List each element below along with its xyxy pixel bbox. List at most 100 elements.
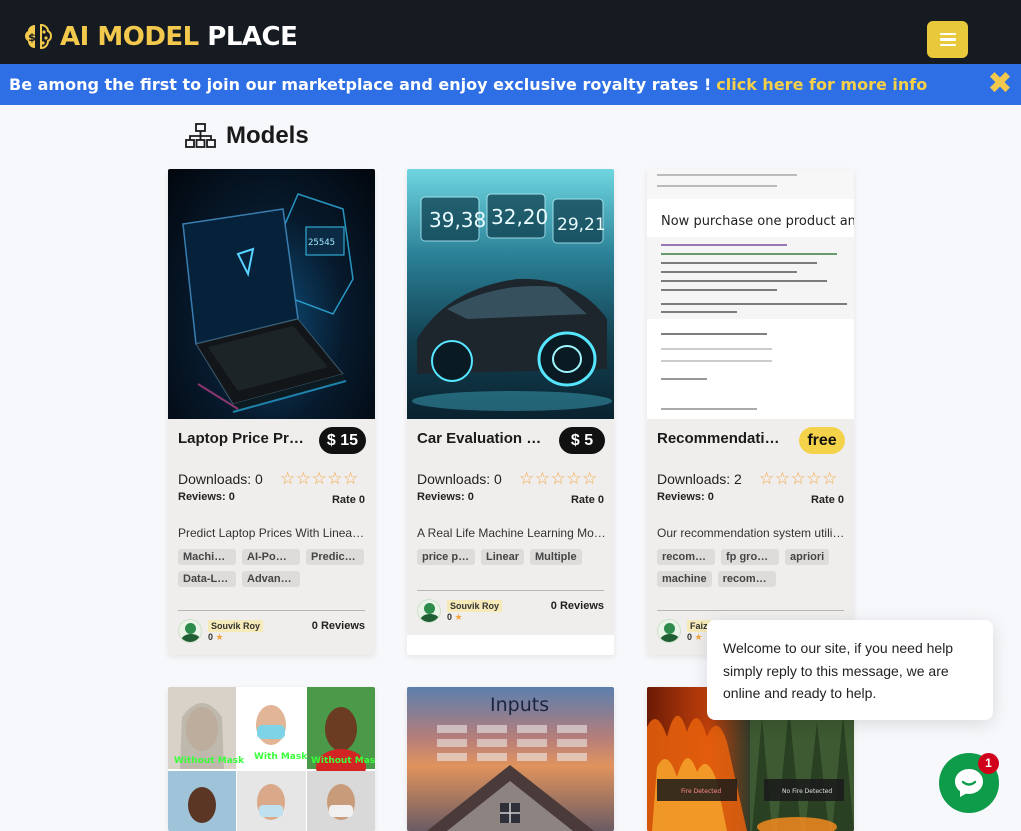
fire-label: Fire Detected: [681, 788, 721, 795]
tag-list: price prediction Linear Multiple: [417, 549, 607, 565]
banner-more-info-link[interactable]: click here for more info: [716, 75, 927, 94]
site-logo[interactable]: $ AI MODEL PLACE: [22, 20, 298, 54]
model-description: A Real Life Machine Learning Model: [417, 526, 607, 540]
model-card[interactable]: 25545 Laptop Price Predictor $ 15 Downlo…: [168, 169, 375, 655]
model-thumbnail: Inputs: [407, 687, 614, 831]
model-thumbnail: 39,38 32,20 29,21: [407, 169, 614, 419]
tag[interactable]: Multiple: [530, 549, 582, 565]
hamburger-icon-bar: [939, 43, 956, 47]
svg-text:$: $: [28, 31, 36, 44]
laptop-image: 25545: [182, 193, 354, 413]
model-card[interactable]: Now purchase one product and then p Reco…: [647, 169, 854, 655]
model-card[interactable]: Without Mask With Mask Without Mask: [168, 687, 375, 831]
rate-value: Rate 0: [810, 494, 844, 506]
house-image-title: Inputs: [490, 694, 549, 716]
tag[interactable]: Machine Learning: [178, 549, 236, 565]
card-reviews-link[interactable]: 0 Reviews: [312, 620, 365, 632]
downloads-count: Downloads: 0: [417, 471, 502, 487]
card-reviews-link[interactable]: 0 Reviews: [551, 600, 604, 612]
menu-toggle-button[interactable]: [927, 21, 968, 58]
model-title[interactable]: Recommendation System: [657, 430, 785, 447]
divider: [417, 590, 604, 591]
author-name[interactable]: Souvik Roy: [447, 599, 503, 612]
star-rating-icon[interactable]: ☆☆☆☆☆: [280, 469, 359, 489]
divider: [178, 610, 365, 611]
close-icon[interactable]: ✖: [986, 69, 1014, 99]
brain-chip-icon: $: [25, 23, 53, 50]
author-rating-value: 0: [208, 631, 214, 642]
tag[interactable]: AI-Powered: [242, 549, 300, 565]
tag[interactable]: machine: [657, 571, 712, 587]
author-info[interactable]: Souvik Roy 0 ★: [417, 599, 503, 623]
model-title[interactable]: Car Evaluation Model: [417, 430, 545, 447]
avatar: [417, 599, 441, 623]
mask-label: Without Mask: [174, 756, 245, 766]
reviews-count: Reviews: 0: [178, 491, 235, 503]
notification-badge: 1: [978, 753, 999, 774]
card-footer-spacer: [407, 635, 614, 655]
star-icon: ★: [694, 631, 703, 642]
tag[interactable]: Linear: [481, 549, 525, 565]
model-card[interactable]: Inputs: [407, 687, 614, 831]
star-icon: ★: [454, 611, 463, 622]
price-badge: $ 15: [318, 427, 366, 454]
code-screenshot-image: Now purchase one product and then p: [647, 169, 854, 410]
logo-place-text: PLACE: [207, 22, 298, 52]
author-rating: 0 ★: [208, 632, 263, 643]
house-price-image: Inputs: [427, 694, 594, 831]
author-name[interactable]: Souvik Roy: [208, 619, 264, 632]
tag[interactable]: fp growth: [721, 549, 779, 565]
tag-list: Machine Learning AI-Powered Prediction D…: [178, 549, 368, 587]
model-thumbnail: Now purchase one product and then p: [647, 169, 854, 419]
downloads-count: Downloads: 0: [178, 471, 263, 487]
downloads-count: Downloads: 2: [657, 471, 742, 487]
page-title: Models: [226, 122, 309, 149]
rate-value: Rate 0: [570, 494, 604, 506]
author-rating-value: 0: [447, 611, 453, 622]
tag[interactable]: recommendation: [657, 549, 715, 565]
price-badge: $ 5: [559, 427, 605, 454]
hamburger-icon-bar: [939, 38, 956, 41]
author-info[interactable]: Faiz 0 ★: [657, 619, 711, 643]
tag[interactable]: Advanced: [242, 571, 300, 587]
car-readout-3: 29,21: [557, 215, 606, 235]
divider: [657, 610, 844, 611]
tag[interactable]: Prediction: [306, 549, 364, 565]
author-rating: 0 ★: [447, 612, 502, 623]
model-description: Predict Laptop Prices With Linear Regres…: [178, 526, 368, 540]
tag[interactable]: recommend: [717, 571, 776, 587]
model-thumbnail: 25545: [168, 169, 375, 419]
tag[interactable]: apriori: [785, 549, 830, 565]
model-thumbnail: Without Mask With Mask Without Mask: [168, 687, 375, 831]
top-navbar: $ AI MODEL PLACE: [0, 0, 1021, 64]
logo-text: AI MODEL PLACE: [60, 22, 298, 52]
reviews-count: Reviews: 0: [417, 491, 474, 503]
avatar: [178, 619, 202, 643]
price-badge: free: [799, 427, 845, 454]
car-readout-2: 32,20: [491, 205, 548, 229]
car-image: 39,38 32,20 29,21: [412, 193, 612, 411]
tag[interactable]: price prediction: [417, 549, 475, 565]
rate-value: Rate 0: [331, 494, 365, 506]
tag[interactable]: Data-Labeling: [178, 571, 236, 587]
star-icon: ★: [215, 631, 224, 642]
logo-ai-text: AI MODEL: [60, 22, 199, 52]
model-description: Our recommendation system utilizes: [657, 526, 847, 540]
hamburger-icon: [939, 32, 956, 36]
author-info[interactable]: Souvik Roy 0 ★: [178, 619, 264, 643]
author-rating-value: 0: [687, 631, 693, 642]
svg-text:25545: 25545: [308, 238, 335, 248]
section-header: Models: [185, 122, 309, 150]
star-rating-icon[interactable]: ☆☆☆☆☆: [519, 469, 598, 489]
chat-welcome-message[interactable]: Welcome to our site, if you need help si…: [707, 620, 993, 720]
face-mask-image: Without Mask With Mask Without Mask: [168, 687, 375, 831]
model-title[interactable]: Laptop Price Predictor: [178, 430, 306, 447]
announcement-banner: Be among the first to join our marketpla…: [0, 64, 1021, 105]
model-card[interactable]: 39,38 32,20 29,21 Car Evaluation Model $…: [407, 169, 614, 655]
banner-text: Be among the first to join our marketpla…: [9, 75, 712, 94]
star-rating-icon[interactable]: ☆☆☆☆☆: [759, 469, 838, 489]
mask-label: With Mask: [254, 752, 308, 762]
avatar: [657, 619, 681, 643]
mask-label: Without Mask: [311, 756, 375, 766]
reviews-count: Reviews: 0: [657, 491, 714, 503]
